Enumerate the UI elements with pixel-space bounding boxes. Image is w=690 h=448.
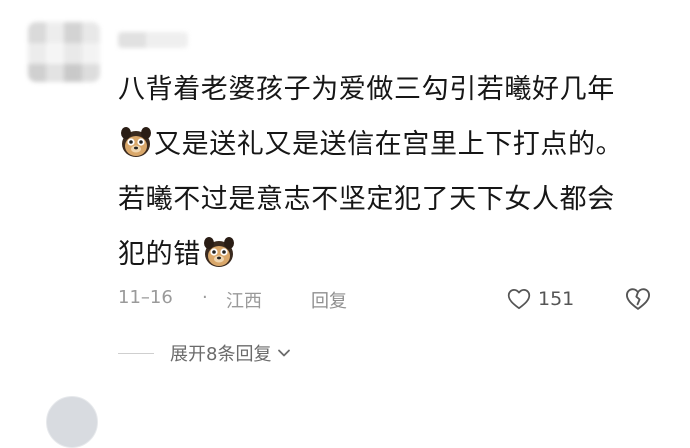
comment-line-1: 八背着老婆孩子为爱做三勾引若曦好几年	[118, 74, 615, 105]
comment-line-4: 犯的错	[118, 227, 678, 282]
comment-line-2: 又是送礼又是送信在宫里上下打点的。	[118, 117, 678, 172]
comment-line-2-text: 又是送礼又是送信在宫里上下打点的。	[154, 129, 624, 160]
comment-line-4-text: 犯的错	[118, 239, 201, 270]
comment-meta: 11–16 · 江西 回复 151	[118, 284, 658, 314]
broken-heart-icon[interactable]	[624, 285, 652, 313]
dog-emoji-icon	[121, 127, 151, 157]
next-comment-avatar[interactable]	[46, 396, 98, 448]
comment-line-3: 若曦不过是意志不坚定犯了天下女人都会	[118, 184, 615, 215]
like-count: 151	[538, 288, 575, 310]
meta-separator: ·	[202, 287, 208, 308]
expand-replies-button[interactable]: 展开8条回复	[118, 340, 291, 366]
comment-location: 江西	[226, 291, 262, 312]
commenter-username[interactable]	[118, 32, 188, 48]
commenter-avatar[interactable]	[28, 22, 100, 82]
thread-divider	[118, 352, 154, 354]
heart-icon	[507, 289, 531, 310]
comment-text: 八背着老婆孩子为爱做三勾引若曦好几年 又是送礼又是送信在宫里上下打点的。 若曦不…	[118, 62, 678, 282]
expand-replies-label: 展开8条回复	[170, 344, 272, 365]
comment-date: 11–16	[118, 287, 173, 308]
chevron-down-icon	[278, 349, 291, 357]
like-button[interactable]: 151	[506, 284, 574, 314]
dog-emoji-icon	[203, 237, 234, 267]
reply-button[interactable]: 回复	[311, 287, 347, 313]
